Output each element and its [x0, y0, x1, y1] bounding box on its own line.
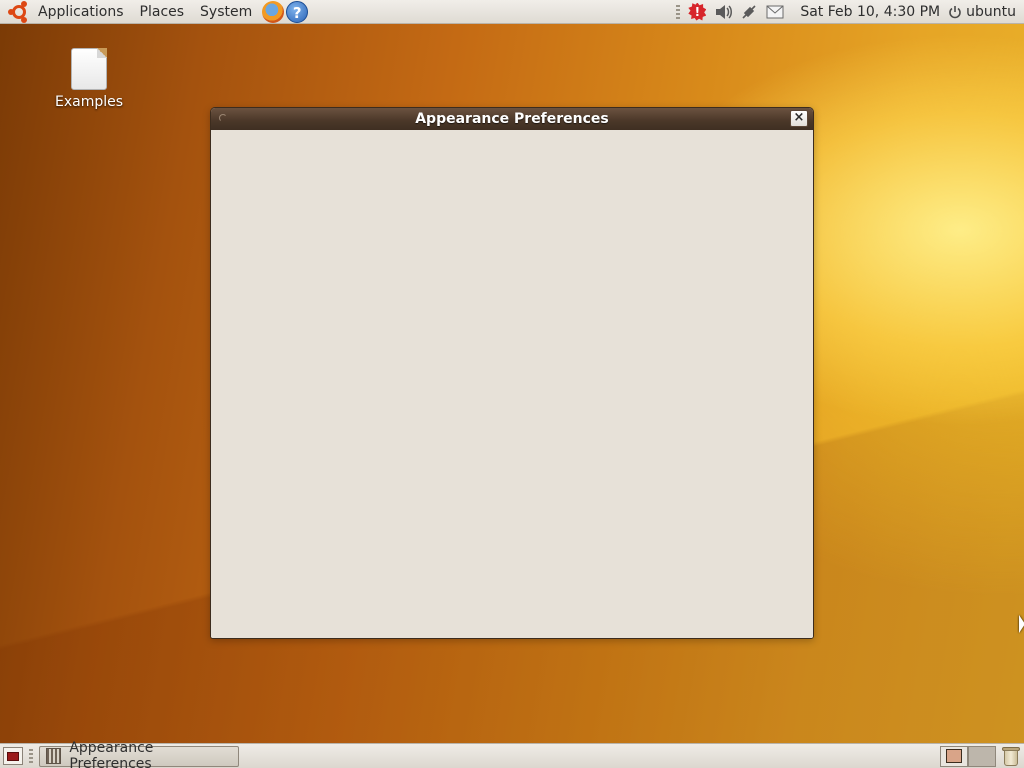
volume-icon[interactable] [712, 1, 734, 23]
mail-icon[interactable] [764, 1, 786, 23]
workspace-2[interactable] [968, 745, 996, 767]
network-icon[interactable] [738, 1, 760, 23]
top-panel: Applications Places System ? ! Sat Feb 1… [0, 0, 1024, 24]
workspace-switcher [940, 745, 996, 767]
window-content [211, 130, 813, 638]
taskbar-item-appearance-preferences[interactable]: Appearance Preferences [39, 740, 239, 768]
power-icon [949, 5, 961, 18]
window-title: Appearance Preferences [415, 111, 609, 127]
ubuntu-logo-icon[interactable] [8, 0, 30, 23]
firefox-icon[interactable] [262, 0, 285, 23]
window-titlebar[interactable]: Appearance Preferences × [211, 108, 813, 130]
show-desktop-button[interactable] [3, 747, 23, 765]
appearance-preferences-icon [46, 748, 62, 764]
help-icon[interactable]: ? [286, 0, 309, 23]
bottom-panel: Appearance Preferences [0, 740, 1024, 768]
desktop-icon-examples[interactable]: Examples [50, 48, 128, 110]
places-menu[interactable]: Places [132, 0, 193, 24]
trash-icon[interactable] [1000, 745, 1022, 767]
desktop-icon-label: Examples [54, 94, 124, 110]
close-button[interactable]: × [790, 110, 808, 127]
system-menu[interactable]: System [192, 0, 260, 24]
taskbar-item-label: Appearance Preferences [69, 740, 154, 768]
applications-menu[interactable]: Applications [30, 0, 132, 24]
user-switcher[interactable]: ubuntu [948, 4, 1024, 20]
file-icon [71, 48, 107, 90]
panel-grip[interactable] [29, 749, 33, 763]
notification-area: ! Sat Feb 10, 4:30 PM ubuntu [672, 0, 1024, 24]
update-notifier-icon[interactable]: ! [686, 1, 708, 23]
panel-grip[interactable] [676, 4, 681, 19]
workspace-1[interactable] [940, 745, 968, 767]
mouse-cursor [1019, 615, 1024, 633]
window-menu-icon[interactable] [219, 114, 227, 122]
user-name: ubuntu [966, 3, 1016, 20]
clock[interactable]: Sat Feb 10, 4:30 PM [788, 4, 948, 20]
appearance-preferences-window: Appearance Preferences × [210, 107, 814, 639]
